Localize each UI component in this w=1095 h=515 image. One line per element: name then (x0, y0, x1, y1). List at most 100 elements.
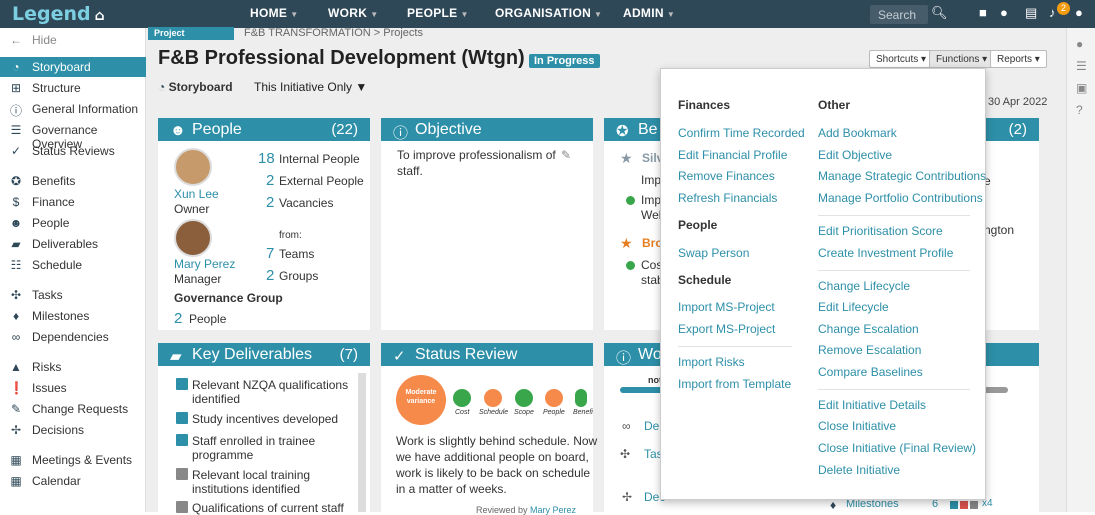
comment-icon[interactable]: ● (1076, 37, 1083, 51)
sidebar-item-decisions[interactable]: ✢ Decisions (0, 420, 146, 440)
scope-status-dot[interactable] (515, 389, 533, 407)
sidebar-item-general-information[interactable]: ⓘ General Information (0, 99, 146, 119)
nav-organisation[interactable]: ORGANISATION ▼ (495, 6, 602, 20)
nav-people[interactable]: PEOPLE ▼ (407, 6, 469, 20)
nav-home[interactable]: HOME ▼ (250, 6, 298, 20)
user-icon[interactable]: ● (1075, 5, 1083, 20)
deliverable-checkbox[interactable] (176, 378, 188, 390)
search-input[interactable]: Search (870, 5, 928, 24)
deliverable-checkbox-checked[interactable] (176, 468, 188, 480)
deliverable-text[interactable]: Relevant NZQA qualifications (192, 378, 348, 392)
menu-item-import-ms-project[interactable]: Import MS-Project (678, 300, 775, 314)
governance-count[interactable]: 2 (174, 310, 182, 327)
people-card-header[interactable]: ☻ People (22) (158, 118, 370, 141)
sidebar-item-storyboard[interactable]: ◔ Storyboard (0, 57, 146, 77)
sidebar-item-finance[interactable]: $ Finance (0, 192, 146, 212)
menu-item-edit-initiative-details[interactable]: Edit Initiative Details (818, 398, 926, 412)
groups-count[interactable]: 2 (266, 267, 274, 284)
people-status-dot[interactable] (545, 389, 563, 407)
deliverable-checkbox[interactable] (176, 434, 188, 446)
menu-item-import-risks[interactable]: Import Risks (678, 355, 745, 369)
sidebar-item-milestones[interactable]: ♦ Milestones (0, 306, 146, 326)
menu-item-remove-finances[interactable]: Remove Finances (678, 169, 775, 183)
nav-work[interactable]: WORK ▼ (328, 6, 378, 20)
menu-item-edit-financial-profile[interactable]: Edit Financial Profile (678, 148, 787, 162)
sidebar-item-structure[interactable]: ⊞ Structure (0, 78, 146, 98)
sidebar-item-tasks[interactable]: ✣ Tasks (0, 285, 146, 305)
functions-button[interactable]: Functions ▾ (929, 50, 995, 68)
sidebar-item-risks[interactable]: ▲ Risks (0, 357, 146, 377)
menu-item-manage-portfolio-contributions[interactable]: Manage Portfolio Contributions (818, 191, 983, 205)
person-name[interactable]: Mary Perez (174, 257, 235, 271)
shortcuts-button[interactable]: Shortcuts ▾ (869, 50, 934, 68)
deliverable-text[interactable]: Staff enrolled in trainee (192, 434, 315, 448)
person-name[interactable]: Xun Lee (174, 187, 219, 201)
deliverables-card-header[interactable]: ▰ Key Deliverables (7) (158, 343, 370, 366)
sidebar-item-governance-overview[interactable]: ☰ Governance Overview (0, 120, 146, 151)
teams-count[interactable]: 7 (266, 245, 274, 262)
deliverable-checkbox[interactable] (176, 412, 188, 424)
external-count[interactable]: 2 (266, 172, 274, 189)
menu-item-close-initiative[interactable]: Close Initiative (818, 419, 896, 433)
initiative-filter-dropdown[interactable]: This Initiative Only ▼ (254, 80, 367, 94)
menu-item-confirm-time-recorded[interactable]: Confirm Time Recorded (678, 126, 805, 140)
vacancies-count[interactable]: 2 (266, 194, 274, 211)
bell-icon[interactable]: ♪ (1049, 5, 1056, 20)
menu-item-refresh-financials[interactable]: Refresh Financials (678, 191, 777, 205)
menu-item-edit-lifecycle[interactable]: Edit Lifecycle (818, 300, 889, 314)
deliverable-text[interactable]: Qualifications of current staff (192, 501, 344, 515)
home-icon[interactable]: ⌂ (95, 8, 105, 24)
menu-item-import-from-template[interactable]: Import from Template (678, 377, 791, 391)
schedule-status-dot[interactable] (484, 389, 502, 407)
deliverable-text[interactable]: identified (192, 392, 240, 406)
internal-count[interactable]: 18 (258, 150, 275, 167)
menu-item-close-initiative-final-review[interactable]: Close Initiative (Final Review) (818, 441, 976, 455)
sidebar-item-status-reviews[interactable]: ✓ Status Reviews (0, 141, 146, 161)
help-icon[interactable]: ? (1076, 103, 1083, 117)
menu-item-swap-person[interactable]: Swap Person (678, 246, 749, 260)
benefits-status-dot[interactable] (575, 389, 587, 407)
menu-item-export-ms-project[interactable]: Export MS-Project (678, 322, 775, 336)
nav-admin[interactable]: ADMIN ▼ (623, 6, 675, 20)
menu-item-edit-objective[interactable]: Edit Objective (818, 148, 892, 162)
search-icon[interactable]: 🔍︎ (931, 5, 948, 21)
sidebar-item-deliverables[interactable]: ▰ Deliverables (0, 234, 146, 254)
logo[interactable]: Legend ⌂ (12, 3, 105, 25)
sidebar-item-people[interactable]: ☻ People (0, 213, 146, 233)
lock-icon[interactable]: ▣ (1076, 81, 1087, 95)
status-review-card-header[interactable]: ✓ Status Review (381, 343, 593, 366)
menu-item-add-bookmark[interactable]: Add Bookmark (818, 126, 897, 140)
menu-item-remove-escalation[interactable]: Remove Escalation (818, 343, 921, 357)
sidebar-item-issues[interactable]: ❗ Issues (0, 378, 146, 398)
menu-item-manage-strategic-contributions[interactable]: Manage Strategic Contributions (818, 169, 986, 183)
bookmark-icon[interactable]: ■ (979, 5, 987, 20)
deliverable-text[interactable]: programme (192, 448, 253, 462)
document-icon[interactable]: ▤ (1025, 5, 1037, 21)
sidebar-item-schedule[interactable]: ☷ Schedule (0, 255, 146, 275)
avatar[interactable] (174, 219, 212, 257)
menu-item-create-investment-profile[interactable]: Create Investment Profile (818, 246, 953, 260)
avatar[interactable] (174, 148, 212, 186)
sidebar-item-benefits[interactable]: ✪ Benefits (0, 171, 146, 191)
sidebar-hide[interactable]: ← Hide (0, 30, 146, 50)
deliverable-text[interactable]: Study incentives developed (192, 412, 338, 426)
objective-card-header[interactable]: ⓘ Objective (381, 118, 593, 142)
pencil-icon[interactable]: ✎ (561, 148, 571, 162)
sidebar-item-change-requests[interactable]: ✎ Change Requests (0, 399, 146, 419)
breadcrumb[interactable]: F&B TRANSFORMATION > Projects (244, 27, 423, 39)
menu-item-change-lifecycle[interactable]: Change Lifecycle (818, 279, 910, 293)
deliverable-text[interactable]: institutions identified (192, 482, 300, 496)
menu-item-delete-initiative[interactable]: Delete Initiative (818, 463, 900, 477)
reports-button[interactable]: Reports ▾ (990, 50, 1047, 68)
sidebar-item-dependencies[interactable]: ∞ Dependencies (0, 327, 146, 347)
sidebar-item-calendar[interactable]: ▦ Calendar (0, 471, 146, 491)
menu-item-change-escalation[interactable]: Change Escalation (818, 322, 919, 336)
list-icon[interactable]: ☰ (1076, 59, 1087, 73)
chat-icon[interactable]: ● (1000, 5, 1008, 20)
sidebar-item-meetings-events[interactable]: ▦ Meetings & Events (0, 450, 146, 470)
cost-status-dot[interactable] (453, 389, 471, 407)
menu-item-edit-prioritisation-score[interactable]: Edit Prioritisation Score (818, 224, 943, 238)
menu-item-compare-baselines[interactable]: Compare Baselines (818, 365, 923, 379)
deliverable-checkbox-checked[interactable] (176, 501, 188, 513)
deliverable-text[interactable]: Relevant local training (192, 468, 310, 482)
